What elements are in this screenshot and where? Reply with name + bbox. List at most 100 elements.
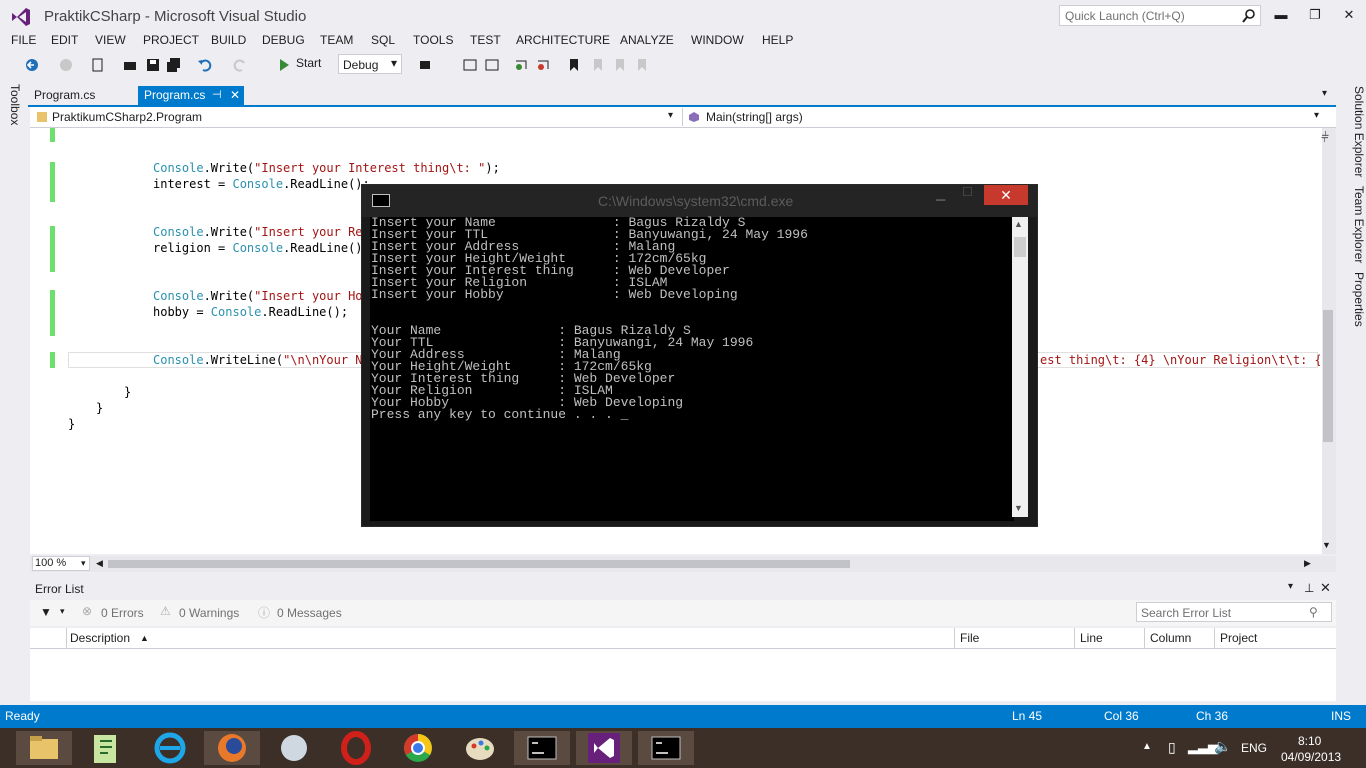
tab-program-cs-active[interactable]: Program.cs ⊣ ✕ (138, 86, 244, 105)
menu-tools[interactable]: TOOLS (413, 33, 453, 47)
clock-time[interactable]: 8:10 (1298, 734, 1321, 748)
error-list-body[interactable] (30, 649, 1336, 701)
clock-date[interactable]: 04/09/2013 (1281, 750, 1341, 764)
scroll-down-icon[interactable]: ▼ (1322, 540, 1331, 550)
menu-sql[interactable]: SQL (371, 33, 395, 47)
pin-icon[interactable]: ⊥ (1304, 581, 1314, 595)
next-bookmark-icon[interactable] (612, 57, 628, 73)
menu-help[interactable]: HELP (762, 33, 793, 47)
scroll-left-icon[interactable]: ◀ (96, 558, 103, 569)
menu-analyze[interactable]: ANALYZE (620, 33, 674, 47)
step-icon[interactable] (462, 57, 478, 73)
console-output[interactable]: Insert your Name : Bagus Rizaldy S Insert… (370, 216, 1014, 521)
restore-button[interactable]: ❐ (1304, 6, 1326, 24)
safari-taskbar-button[interactable] (266, 731, 322, 765)
split-icon[interactable]: ⫩ (1321, 129, 1329, 146)
tab-overflow-chevron-icon[interactable]: ▾ (1322, 88, 1327, 99)
column-file[interactable]: File (960, 631, 979, 645)
console-scrollbar[interactable] (1012, 217, 1028, 517)
firefox-taskbar-button[interactable] (204, 731, 260, 765)
bookmark-icon[interactable] (566, 57, 582, 73)
solution-configuration-dropdown[interactable]: Debug ▾ (338, 54, 402, 74)
class-dropdown[interactable]: PraktikumCSharp2.Program ▾ (32, 108, 683, 126)
team-explorer-tab[interactable]: Team Explorer (1352, 186, 1366, 266)
save-icon[interactable] (145, 57, 161, 73)
console-scroll-up-icon[interactable]: ▲ (1014, 219, 1023, 229)
properties-tab[interactable]: Properties (1352, 272, 1366, 332)
cmd-taskbar-button[interactable] (514, 731, 570, 765)
notepad-plus-taskbar-button[interactable] (78, 731, 134, 765)
column-column[interactable]: Column (1150, 631, 1191, 645)
close-button[interactable]: ✕ (1338, 6, 1360, 24)
console-window[interactable]: C:\Windows\system32\cmd.exe ▁ ☐ ✕ Insert… (361, 184, 1038, 527)
paint-taskbar-button[interactable] (452, 731, 508, 765)
clear-bookmarks-icon[interactable] (634, 57, 650, 73)
menu-debug[interactable]: DEBUG (262, 33, 305, 47)
language-indicator[interactable]: ENG (1241, 741, 1267, 755)
console-scroll-thumb[interactable] (1014, 237, 1026, 257)
scroll-right-icon[interactable]: ▶ (1304, 558, 1311, 569)
error-list-search-input[interactable]: Search Error List ⚲ (1136, 602, 1332, 622)
chevron-down-icon[interactable]: ▾ (60, 606, 65, 617)
visual-studio-taskbar-button[interactable] (576, 731, 632, 765)
chevron-down-icon[interactable]: ▾ (1288, 581, 1293, 592)
volume-icon[interactable]: 🔈 (1214, 738, 1231, 755)
errors-count-button[interactable]: 0 Errors (101, 606, 144, 620)
redo-icon[interactable] (232, 57, 248, 73)
messages-count-button[interactable]: 0 Messages (277, 606, 342, 620)
tab-program-cs[interactable]: Program.cs (28, 86, 134, 105)
attach-process-icon[interactable] (418, 57, 434, 73)
close-icon[interactable]: ✕ (1320, 580, 1331, 596)
menu-window[interactable]: WINDOW (691, 33, 744, 47)
prev-bookmark-icon[interactable] (590, 57, 606, 73)
back-arrow-icon[interactable] (24, 57, 40, 73)
warnings-count-button[interactable]: 0 Warnings (179, 606, 239, 620)
chrome-taskbar-button[interactable] (390, 731, 446, 765)
console-maximize-button[interactable]: ☐ (962, 185, 973, 199)
internet-explorer-taskbar-button[interactable] (142, 731, 198, 765)
filter-icon[interactable]: ▼ (40, 605, 52, 619)
opera-taskbar-button[interactable] (328, 731, 384, 765)
save-all-icon[interactable] (166, 57, 182, 73)
zoom-dropdown[interactable]: 100 % ▾ (32, 556, 90, 571)
editor-hscroll-thumb[interactable] (108, 560, 850, 568)
toolbox-tab[interactable]: Toolbox (2, 84, 26, 134)
battery-icon[interactable]: ▯ (1168, 739, 1176, 756)
explorer-taskbar-button[interactable] (16, 731, 72, 765)
console-minimize-button[interactable]: ▁ (936, 187, 945, 201)
member-dropdown[interactable]: Main(string[] args) ▾ (686, 108, 1326, 126)
console-close-button[interactable]: ✕ (984, 185, 1028, 205)
menu-edit[interactable]: EDIT (51, 33, 78, 47)
menu-build[interactable]: BUILD (211, 33, 246, 47)
code-line: hobby = Console.ReadLine(); (153, 305, 349, 319)
clear-breakpoint-icon[interactable] (536, 57, 552, 73)
comment-icon[interactable] (484, 57, 500, 73)
column-line[interactable]: Line (1080, 631, 1103, 645)
minimize-button[interactable]: ▬ (1270, 6, 1292, 24)
menu-test[interactable]: TEST (470, 33, 501, 47)
solution-explorer-tab[interactable]: Solution Explorer (1352, 86, 1366, 177)
column-description[interactable]: Description (70, 631, 130, 645)
menu-team[interactable]: TEAM (320, 33, 353, 47)
undo-icon[interactable] (197, 57, 213, 73)
pin-icon[interactable]: ⊣ (212, 86, 222, 105)
quick-launch-placeholder: Quick Launch (Ctrl+Q) (1065, 9, 1185, 23)
breakpoint-icon[interactable] (514, 57, 530, 73)
show-hidden-icons-icon[interactable]: ▲ (1142, 741, 1152, 752)
console-title-bar[interactable]: C:\Windows\system32\cmd.exe ▁ ☐ ✕ (362, 185, 1037, 217)
forward-arrow-icon[interactable] (58, 57, 74, 73)
quick-launch-input[interactable]: Quick Launch (Ctrl+Q) (1059, 5, 1261, 26)
start-play-icon[interactable] (276, 57, 292, 73)
new-project-icon[interactable] (90, 57, 106, 73)
start-button[interactable]: Start (296, 56, 321, 70)
cmd-taskbar-button-2[interactable] (638, 731, 694, 765)
menu-project[interactable]: PROJECT (143, 33, 199, 47)
column-project[interactable]: Project (1220, 631, 1257, 645)
editor-scroll-thumb[interactable] (1323, 310, 1333, 442)
menu-architecture[interactable]: ARCHITECTURE (516, 33, 610, 47)
console-scroll-down-icon[interactable]: ▼ (1014, 503, 1023, 513)
menu-file[interactable]: FILE (11, 33, 36, 47)
close-tab-icon[interactable]: ✕ (230, 86, 240, 105)
menu-view[interactable]: VIEW (95, 33, 126, 47)
open-file-icon[interactable] (122, 57, 138, 73)
